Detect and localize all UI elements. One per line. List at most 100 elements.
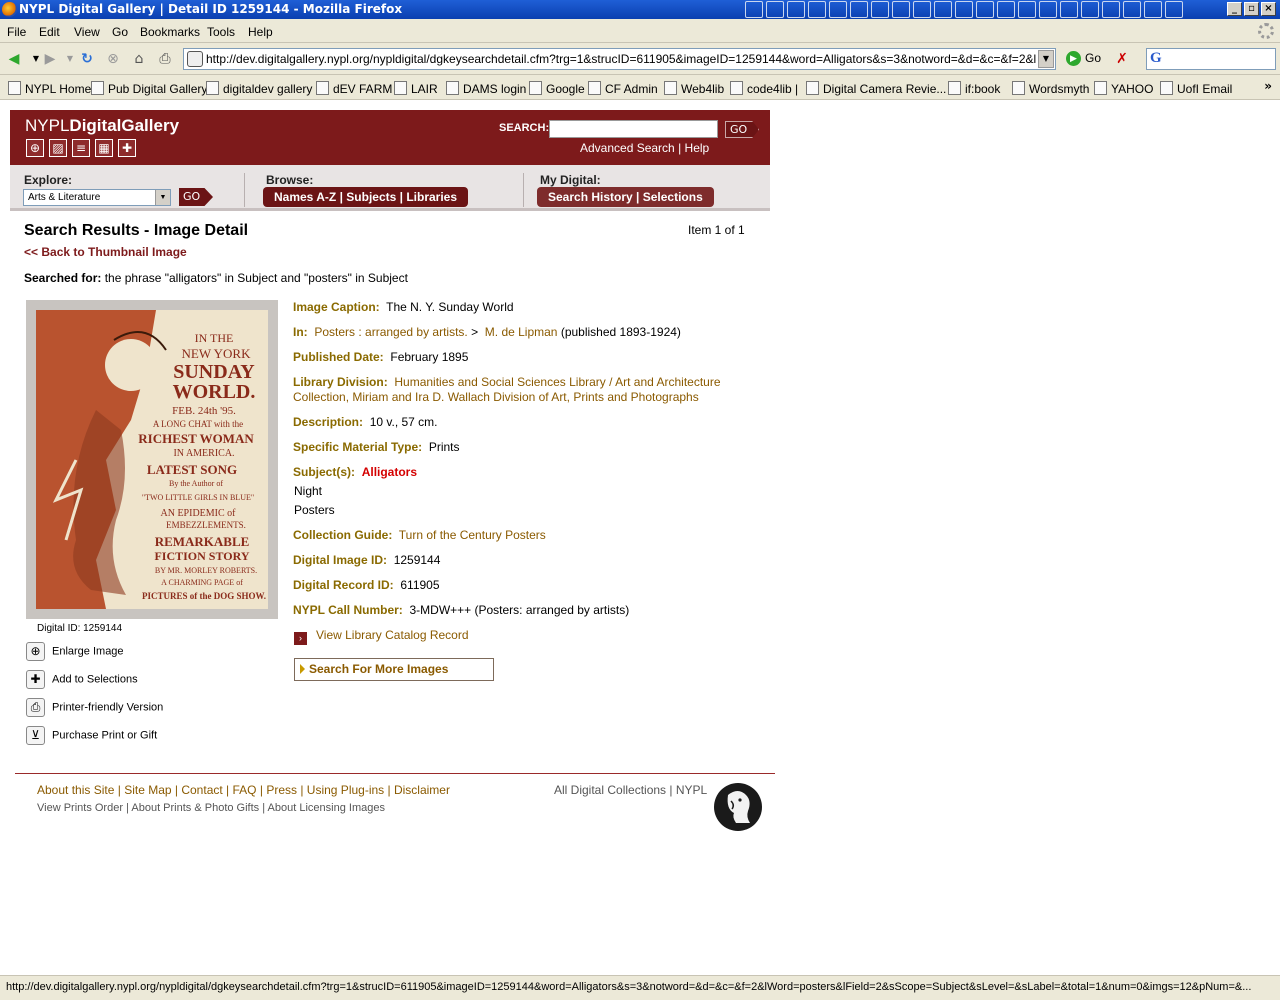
explore-go-button[interactable]: GO xyxy=(179,188,213,206)
url-text[interactable]: http://dev.digitalgallery.nypl.org/nypld… xyxy=(206,52,1036,66)
bookmark-item[interactable]: Pub Digital Gallery xyxy=(91,81,207,96)
close-button[interactable]: × xyxy=(1261,2,1276,16)
app-icon[interactable] xyxy=(976,1,994,18)
add-to-selections-link[interactable]: ✚ Add to Selections xyxy=(26,670,138,689)
search-engine-box[interactable]: G xyxy=(1146,48,1276,70)
back-to-thumbnail-link[interactable]: << Back to Thumbnail Image xyxy=(24,245,187,259)
search-go-button[interactable]: GO xyxy=(725,121,759,138)
plugins-link[interactable]: Using Plug-ins xyxy=(307,783,384,797)
app-icon[interactable] xyxy=(997,1,1015,18)
notepad-icon[interactable]: ▨ xyxy=(49,139,67,157)
menu-edit[interactable]: Edit xyxy=(39,25,60,39)
bookmark-item[interactable]: if:book xyxy=(948,81,1000,96)
menu-view[interactable]: View xyxy=(74,25,100,39)
bookmark-item[interactable]: DAMS login xyxy=(446,81,526,96)
nypl-lion-logo[interactable] xyxy=(714,783,762,831)
address-bar[interactable]: http://dev.digitalgallery.nypl.org/nypld… xyxy=(183,48,1056,70)
collection-guide-link[interactable]: Turn of the Century Posters xyxy=(399,528,546,542)
nypl-link[interactable]: NYPL xyxy=(676,783,707,797)
site-map-link[interactable]: Site Map xyxy=(124,783,171,797)
subject-night-link[interactable]: Night xyxy=(294,484,322,499)
print-icon[interactable]: ⎙ xyxy=(155,49,175,69)
thumbnail-frame[interactable]: IN THE NEW YORK SUNDAY WORLD. FEB. 24th … xyxy=(26,300,278,619)
explore-select[interactable]: Arts & Literature ▼ xyxy=(23,189,171,206)
search-history-link[interactable]: Search History xyxy=(548,190,633,204)
about-licensing-link[interactable]: About Licensing Images xyxy=(268,802,385,814)
bookmark-item[interactable]: Digital Camera Revie... xyxy=(806,81,946,96)
disable-js-icon[interactable]: ✗ xyxy=(1112,49,1132,69)
about-site-link[interactable]: About this Site xyxy=(37,783,114,797)
app-icon[interactable] xyxy=(1123,1,1141,18)
minimize-button[interactable]: _ xyxy=(1227,2,1242,16)
help-link[interactable]: Help xyxy=(685,141,710,155)
stop-icon[interactable]: ⊗ xyxy=(103,49,123,69)
app-icon[interactable] xyxy=(1039,1,1057,18)
app-icon[interactable] xyxy=(955,1,973,18)
app-icon[interactable] xyxy=(850,1,868,18)
back-arrow-icon[interactable]: ◀ xyxy=(4,49,24,69)
bookmark-item[interactable]: Google xyxy=(529,81,585,96)
faq-link[interactable]: FAQ xyxy=(233,783,257,797)
view-prints-order-link[interactable]: View Prints Order xyxy=(37,802,123,814)
artist-link[interactable]: M. de Lipman xyxy=(485,325,558,339)
maximize-button[interactable]: ▫ xyxy=(1244,2,1259,16)
bookmark-item[interactable]: dEV FARM xyxy=(316,81,392,96)
go-button[interactable]: ▶ Go xyxy=(1066,51,1101,67)
libraries-link[interactable]: Libraries xyxy=(406,190,457,204)
reload-icon[interactable]: ↻ xyxy=(77,49,97,69)
bookmark-item[interactable]: UofI Email xyxy=(1160,81,1232,96)
app-icon[interactable] xyxy=(1144,1,1162,18)
app-icon[interactable] xyxy=(913,1,931,18)
app-icon[interactable] xyxy=(1060,1,1078,18)
app-icon[interactable] xyxy=(808,1,826,18)
menu-help[interactable]: Help xyxy=(248,25,273,39)
menu-go[interactable]: Go xyxy=(112,25,128,39)
site-logo[interactable]: NYPLDigitalGallery xyxy=(25,116,179,136)
app-icon[interactable] xyxy=(829,1,847,18)
zoom-icon[interactable]: ⊕ xyxy=(26,139,44,157)
bookmark-item[interactable]: CF Admin xyxy=(588,81,658,96)
poster-image[interactable]: IN THE NEW YORK SUNDAY WORLD. FEB. 24th … xyxy=(36,310,268,609)
search-more-images-button[interactable]: Search For More Images xyxy=(294,658,494,681)
bookmark-item[interactable]: YAHOO xyxy=(1094,81,1153,96)
division-link[interactable]: Collection, Miriam and Ira D. Wallach Di… xyxy=(293,390,699,404)
app-icon[interactable] xyxy=(787,1,805,18)
app-icon[interactable] xyxy=(1081,1,1099,18)
app-icon[interactable] xyxy=(745,1,763,18)
subject-alligators-link[interactable]: Alligators xyxy=(362,465,417,479)
app-icon[interactable] xyxy=(1018,1,1036,18)
grid-icon[interactable]: ▦ xyxy=(95,139,113,157)
selections-link[interactable]: Selections xyxy=(643,190,703,204)
home-icon[interactable]: ⌂ xyxy=(129,49,149,69)
all-collections-link[interactable]: All Digital Collections xyxy=(554,783,666,797)
app-icon[interactable] xyxy=(1102,1,1120,18)
forward-arrow-icon[interactable]: ▶ xyxy=(40,49,60,69)
search-input[interactable] xyxy=(549,120,718,138)
names-az-link[interactable]: Names A-Z xyxy=(274,190,336,204)
division-link[interactable]: Humanities and Social Sciences Library /… xyxy=(394,375,720,389)
press-link[interactable]: Press xyxy=(266,783,297,797)
bookmark-item[interactable]: NYPL Home xyxy=(8,81,91,96)
url-dropdown-icon[interactable]: ▼ xyxy=(1038,50,1054,68)
advanced-search-link[interactable]: Advanced Search xyxy=(580,141,675,155)
app-icon[interactable] xyxy=(1165,1,1183,18)
menu-tools[interactable]: Tools xyxy=(207,25,235,39)
enlarge-image-link[interactable]: ⊕ Enlarge Image xyxy=(26,642,124,661)
posters-collection-link[interactable]: Posters : arranged by artists. xyxy=(314,325,467,339)
subject-posters-link[interactable]: Posters xyxy=(294,503,335,518)
app-icon[interactable] xyxy=(934,1,952,18)
about-prints-link[interactable]: About Prints & Photo Gifts xyxy=(131,802,259,814)
bookmark-item[interactable]: Wordsmyth xyxy=(1012,81,1089,96)
menu-file[interactable]: File xyxy=(7,25,26,39)
view-catalog-record-link[interactable]: › View Library Catalog Record xyxy=(294,628,469,645)
disclaimer-link[interactable]: Disclaimer xyxy=(394,783,450,797)
app-icon[interactable] xyxy=(892,1,910,18)
chevron-more-icon[interactable]: » xyxy=(1264,79,1272,93)
purchase-print-link[interactable]: ⊻ Purchase Print or Gift xyxy=(26,726,157,745)
app-icon[interactable] xyxy=(871,1,889,18)
bookmark-item[interactable]: digitaldev gallery xyxy=(206,81,312,96)
subjects-link[interactable]: Subjects xyxy=(346,190,396,204)
bookmark-item[interactable]: LAIR xyxy=(394,81,438,96)
app-icon[interactable] xyxy=(766,1,784,18)
bookmark-item[interactable]: code4lib | xyxy=(730,81,798,96)
